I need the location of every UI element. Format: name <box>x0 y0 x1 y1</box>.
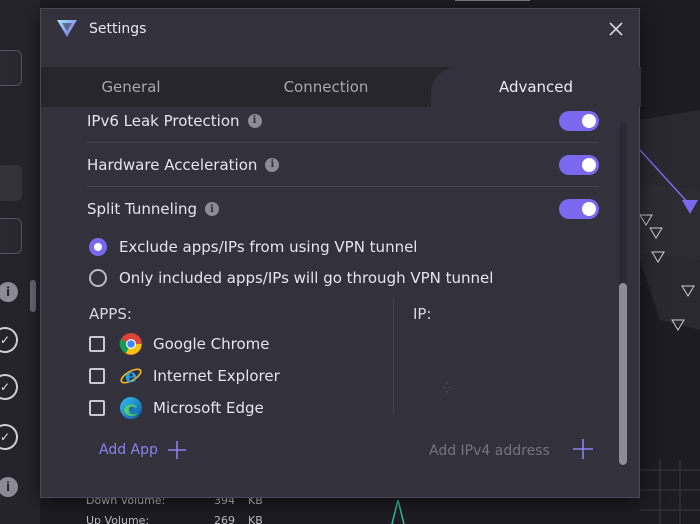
info-icon: i <box>0 477 18 497</box>
bg-sidebar-slot <box>0 165 22 201</box>
toggle-knob <box>582 113 596 128</box>
settings-dialog: Settings General Connection Advanced IPv… <box>40 8 641 499</box>
bg-sidebar-slot <box>0 218 22 254</box>
radio-button[interactable] <box>89 269 107 287</box>
app-name: Google Chrome <box>153 335 270 353</box>
dialog-titlebar: Settings <box>41 9 641 51</box>
bg-sidebar-scrollbar <box>30 280 36 312</box>
setting-label: Split Tunneling <box>87 200 198 218</box>
split-tunneling-toggle[interactable] <box>559 199 599 219</box>
app-row-chrome: Google Chrome <box>89 331 270 357</box>
info-icon[interactable]: i <box>265 157 280 172</box>
info-icon[interactable]: i <box>247 113 262 128</box>
radio-label: Only included apps/IPs will go through V… <box>119 269 494 287</box>
close-icon <box>609 22 623 36</box>
ipv6-toggle[interactable] <box>559 110 599 131</box>
tab-bar: General Connection Advanced <box>41 67 641 107</box>
column-divider <box>393 297 394 415</box>
internet-explorer-icon: e <box>120 365 142 387</box>
toggle-knob <box>582 157 596 172</box>
advanced-panel: IPv6 Leak Protection i Hardware Accelera… <box>41 107 641 499</box>
radio-exclude[interactable]: Exclude apps/IPs from using VPN tunnel <box>89 235 417 259</box>
ip-heading: IP: <box>413 305 432 323</box>
plus-icon <box>167 441 186 459</box>
tab-advanced[interactable]: Advanced <box>431 67 641 107</box>
app-checkbox[interactable] <box>89 336 105 352</box>
app-name: Internet Explorer <box>153 367 280 385</box>
tab-connection[interactable]: Connection <box>221 67 431 107</box>
check-icon: ✓ <box>0 424 18 450</box>
radio-include[interactable]: Only included apps/IPs will go through V… <box>89 266 493 290</box>
svg-text:e: e <box>125 365 137 387</box>
setting-label: IPv6 Leak Protection <box>87 111 240 130</box>
app-checkbox[interactable] <box>89 400 105 416</box>
vpn-logo-icon <box>57 20 77 37</box>
add-app-button[interactable]: Add App <box>99 437 188 463</box>
plus-icon <box>573 439 593 459</box>
ipv4-input[interactable] <box>429 439 553 463</box>
stat-value: 269 <box>214 514 235 524</box>
app-name: Microsoft Edge <box>153 399 264 417</box>
edge-icon <box>120 397 142 419</box>
tab-general[interactable]: General <box>41 67 221 107</box>
setting-row-split-tunneling: Split Tunneling i <box>87 187 599 231</box>
app-row-edge: Microsoft Edge <box>89 395 264 421</box>
setting-label: Hardware Acceleration <box>87 155 258 174</box>
dialog-title: Settings <box>89 21 147 37</box>
stat-row: Up Volume: <box>86 514 149 524</box>
toggle-knob <box>582 202 596 216</box>
app-checkbox[interactable] <box>89 368 105 384</box>
app-row-internet-explorer: e Internet Explorer <box>89 363 280 389</box>
add-ip-button[interactable] <box>571 437 595 461</box>
stat-unit: KB <box>248 514 263 524</box>
setting-row-hardware-acceleration: Hardware Acceleration i <box>87 143 599 187</box>
scrollbar-thumb[interactable] <box>619 283 627 465</box>
radio-label: Exclude apps/IPs from using VPN tunnel <box>119 238 418 256</box>
stat-label: Up Volume: <box>86 514 150 524</box>
apps-heading: APPS: <box>89 305 132 323</box>
info-icon: i <box>0 282 18 302</box>
setting-row-ipv6: IPv6 Leak Protection i <box>87 107 599 143</box>
background-sidebar: i ✓ ✓ ✓ i <box>0 0 40 524</box>
radio-button-checked[interactable] <box>89 238 107 256</box>
hardware-acceleration-toggle[interactable] <box>559 154 599 175</box>
chrome-icon <box>119 333 142 355</box>
loading-dots: ⁛ <box>443 383 451 394</box>
close-button[interactable] <box>605 18 627 40</box>
check-icon: ✓ <box>0 374 18 400</box>
check-icon: ✓ <box>0 327 18 353</box>
bg-sidebar-slot <box>0 50 22 86</box>
add-app-label: Add App <box>99 442 158 458</box>
info-icon[interactable]: i <box>205 202 220 216</box>
